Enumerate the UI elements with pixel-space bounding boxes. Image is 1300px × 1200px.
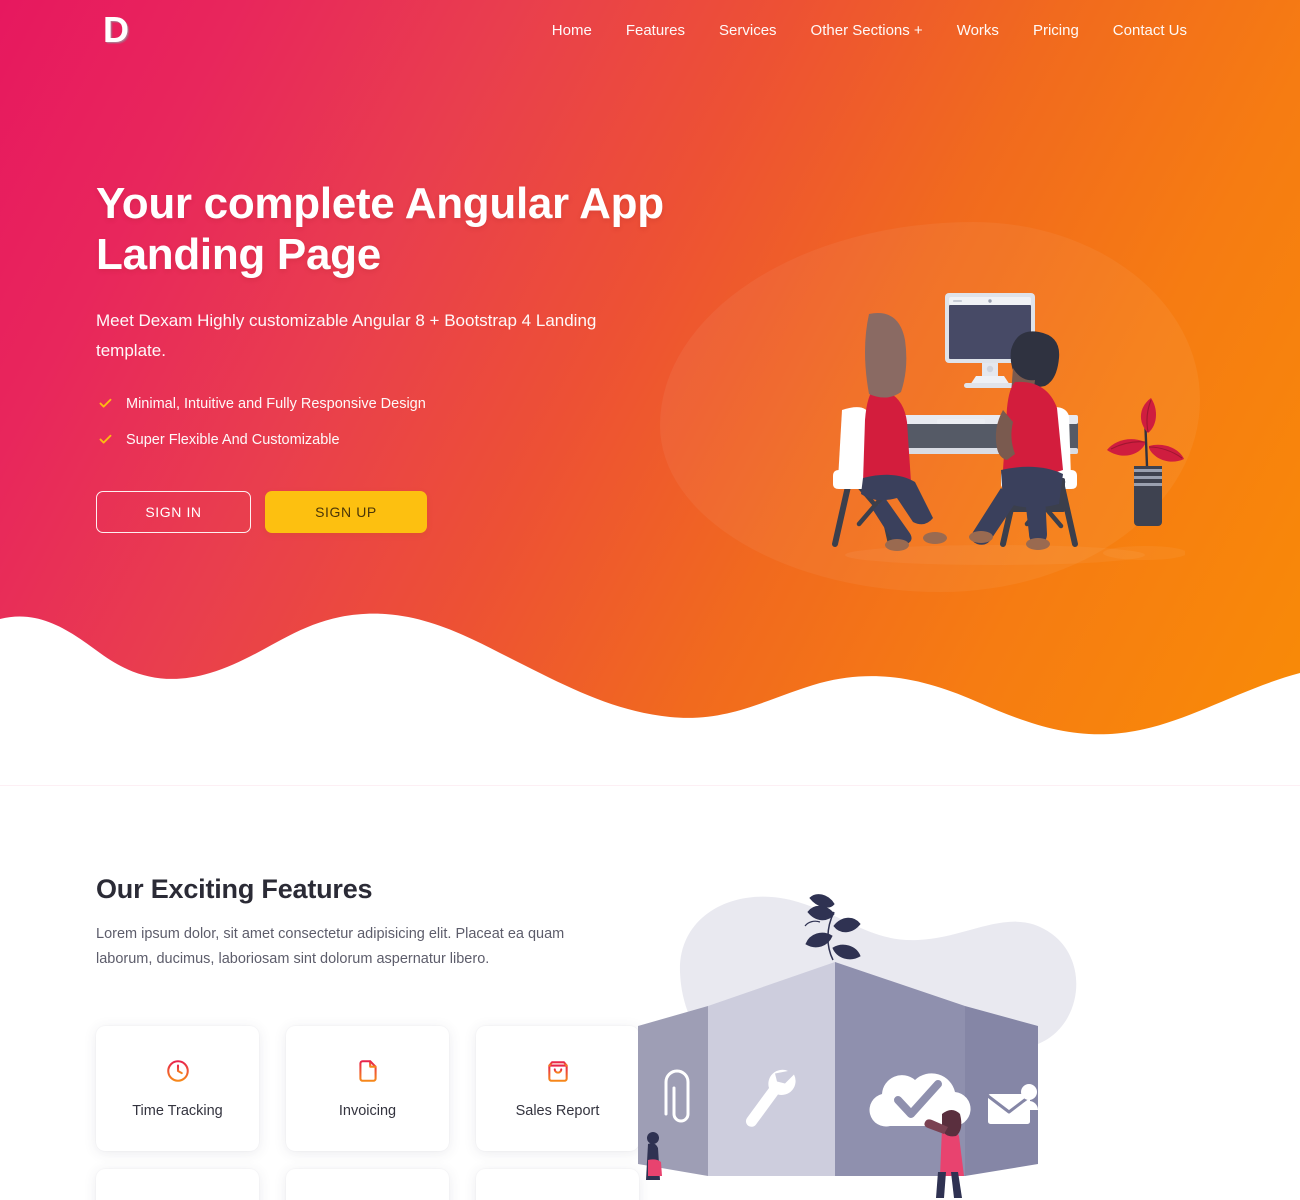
nav-links: Home Features Services Other Sections + … <box>535 22 1204 39</box>
hero-feature-item: Super Flexible And Customizable <box>96 431 696 449</box>
shopping-bag-icon <box>545 1058 571 1084</box>
features-inner: Our Exciting Features Lorem ipsum dolor,… <box>0 874 1300 1200</box>
features-title: Our Exciting Features <box>96 874 373 904</box>
check-icon <box>96 431 114 449</box>
hero-section: D Home Features Services Other Sections … <box>0 0 1300 785</box>
features-description: Lorem ipsum dolor, sit amet consectetur … <box>96 926 565 967</box>
hero-text-column: Your complete Angular App Landing Page M… <box>96 60 696 533</box>
feature-card-team[interactable] <box>286 1168 449 1200</box>
hero-wave-divider <box>0 585 1300 785</box>
clock-icon <box>165 1058 191 1084</box>
nav-item-features[interactable]: Features <box>609 22 702 39</box>
feature-card-invoicing[interactable]: Invoicing <box>286 1025 449 1151</box>
features-text-column: Our Exciting Features Lorem ipsum dolor,… <box>0 874 639 1200</box>
features-section: Our Exciting Features Lorem ipsum dolor,… <box>0 786 1300 1200</box>
nav-item-works[interactable]: Works <box>940 22 1016 39</box>
check-icon <box>96 395 114 413</box>
feature-card-label: Time Tracking <box>132 1102 223 1119</box>
hero-feature-label: Minimal, Intuitive and Fully Responsive … <box>126 395 426 412</box>
feature-card-label: Sales Report <box>515 1102 600 1119</box>
hero-feature-item: Minimal, Intuitive and Fully Responsive … <box>96 395 696 413</box>
nav-item-contact-us[interactable]: Contact Us <box>1096 22 1204 39</box>
hero-title: Your complete Angular App Landing Page <box>96 179 664 280</box>
sign-up-button[interactable]: SIGN UP <box>265 490 427 533</box>
hero-illustration <box>745 270 1185 570</box>
hero-subtitle: Meet Dexam Highly customizable Angular 8… <box>96 311 597 361</box>
features-illustration-column <box>600 874 1300 1200</box>
hero-feature-list: Minimal, Intuitive and Fully Responsive … <box>96 395 696 449</box>
nav-item-other-sections[interactable]: Other Sections + <box>794 22 940 39</box>
brand-logo[interactable]: D <box>96 9 136 51</box>
feature-card-security[interactable] <box>96 1168 259 1200</box>
file-text-icon <box>355 1058 381 1084</box>
features-card-grid: Time Tracking Invoicing Sales Report <box>96 1025 639 1200</box>
sign-in-button[interactable]: SIGN IN <box>96 490 251 533</box>
main-navigation: D Home Features Services Other Sections … <box>0 0 1300 60</box>
feature-card-label: Invoicing <box>338 1102 397 1119</box>
features-illustration <box>620 876 1090 1200</box>
hero-buttons: SIGN IN SIGN UP <box>96 490 696 533</box>
nav-item-home[interactable]: Home <box>535 22 609 39</box>
nav-item-services[interactable]: Services <box>702 22 794 39</box>
nav-item-pricing[interactable]: Pricing <box>1016 22 1096 39</box>
feature-card-time-tracking[interactable]: Time Tracking <box>96 1025 259 1151</box>
hero-feature-label: Super Flexible And Customizable <box>126 431 340 448</box>
